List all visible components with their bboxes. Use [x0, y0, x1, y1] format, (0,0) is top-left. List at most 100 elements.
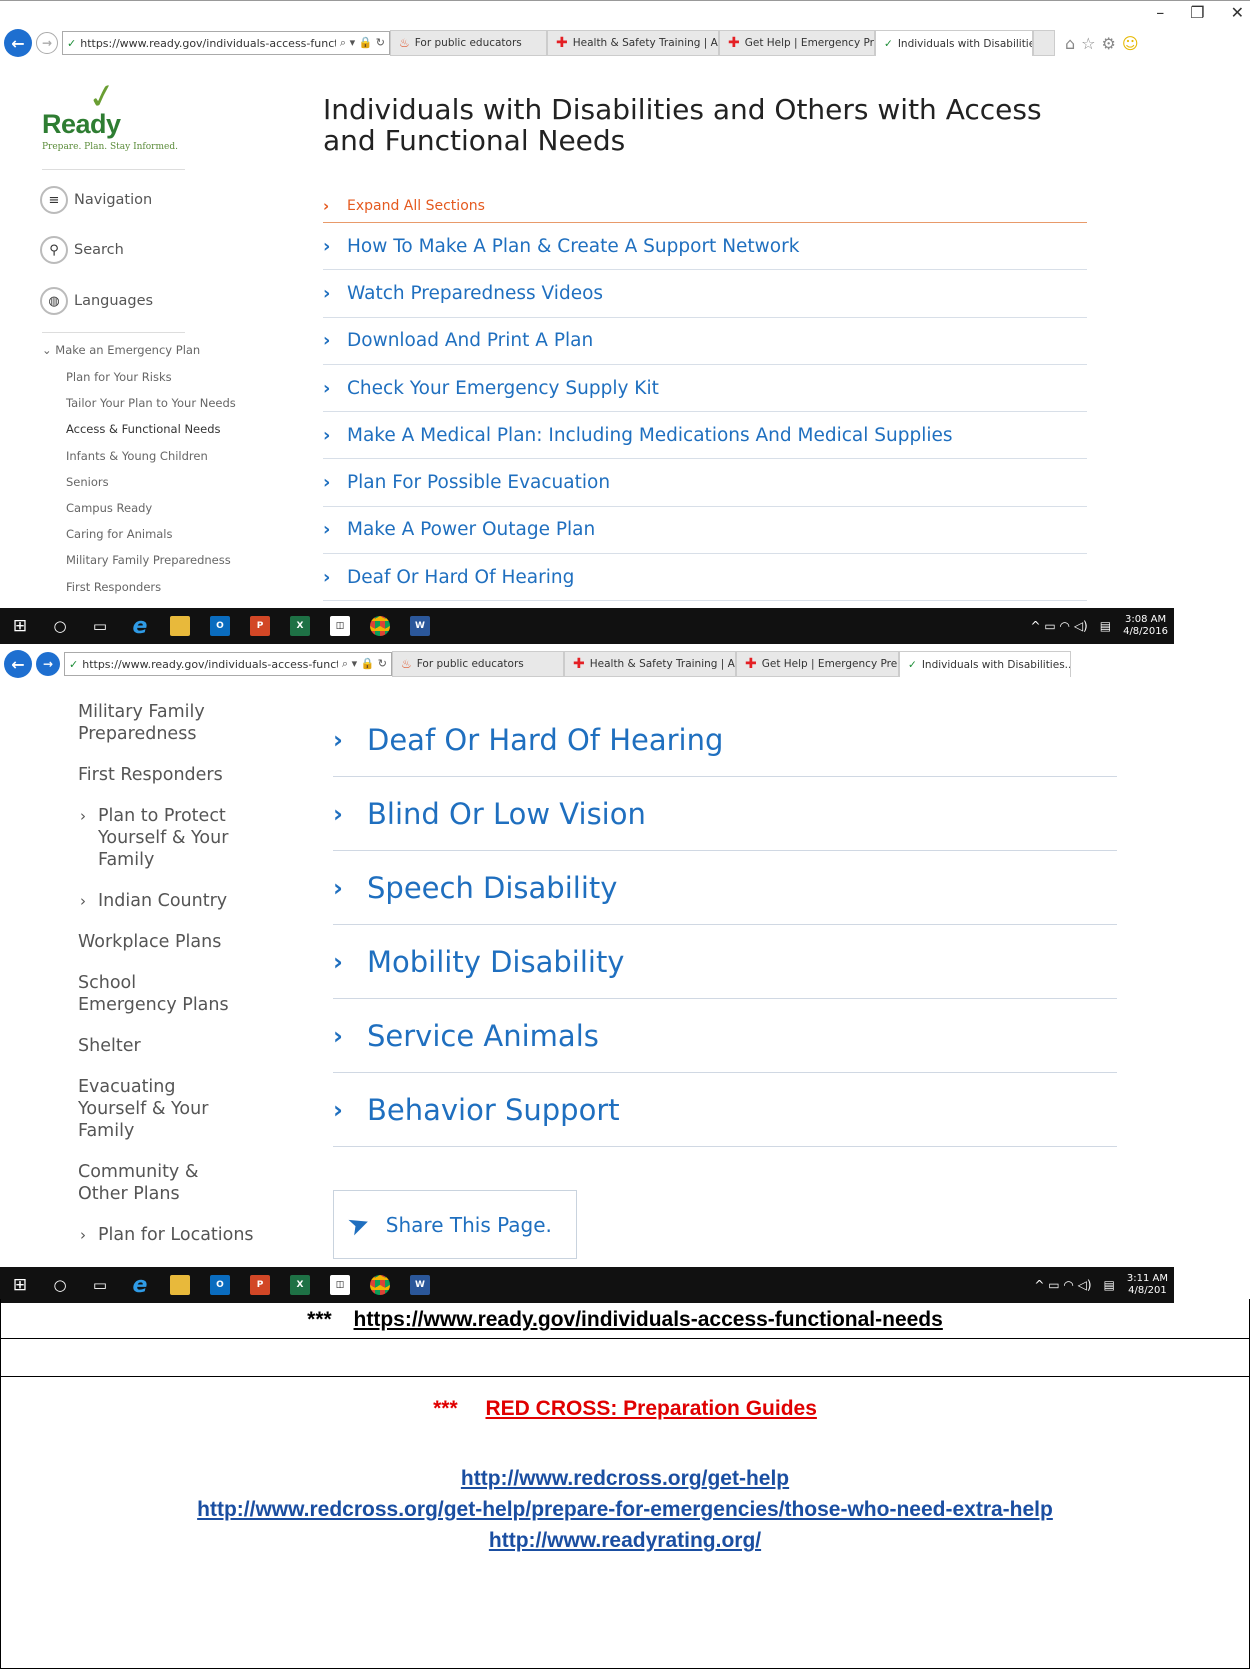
chrome-icon[interactable] [360, 608, 400, 644]
ready-gov-link[interactable]: https://www.ready.gov/individuals-access… [354, 1308, 943, 1331]
share-page-button[interactable]: ➤ Share This Page. [333, 1190, 577, 1259]
accordion-section[interactable]: › Download And Print A Plan [323, 318, 1087, 365]
sidebar-subitem[interactable]: › Plan for Locations [78, 1224, 254, 1246]
sidebar-item-current[interactable]: Access & Functional Needs [42, 416, 236, 442]
sidebar-subitem[interactable]: › Plan to Protect Yourself & Your Family [78, 805, 248, 871]
store-icon[interactable]: ◫ [320, 608, 360, 644]
sidebar-item[interactable]: Military Family Preparedness [42, 547, 236, 573]
sidebar-item[interactable]: Caring for Animals [42, 521, 236, 547]
close-window-button[interactable]: ✕ [1231, 3, 1244, 22]
tray-icons[interactable]: ^ ▭ ◠ ◁) [1031, 619, 1088, 633]
gear-icon[interactable]: ⚙ [1102, 34, 1116, 53]
address-tools-icon[interactable]: ⌕ ▾ 🔒 ↻ [340, 36, 385, 50]
internet-explorer-icon[interactable]: e [120, 1267, 160, 1303]
sidebar-item[interactable]: Infants & Young Children [42, 443, 236, 469]
outlook-icon[interactable]: O [200, 1267, 240, 1303]
sidebar-subitem[interactable]: › Indian Country [78, 890, 254, 912]
sidebar-parent-item[interactable]: ⌄ Make an Emergency Plan [42, 343, 236, 357]
powerpoint-icon[interactable]: P [240, 608, 280, 644]
home-icon[interactable]: ⌂ [1065, 34, 1075, 53]
cortana-icon[interactable]: ○ [40, 608, 80, 644]
accordion-section[interactable]: › Mobility Disability [333, 925, 1117, 999]
chrome-icon[interactable] [360, 1267, 400, 1303]
sidebar-item[interactable]: Evacuating Yourself & Your Family [78, 1076, 248, 1142]
accordion-section[interactable]: › Service Animals [333, 999, 1117, 1073]
action-center-icon[interactable]: ▤ [1100, 619, 1111, 633]
redcross-heading-link[interactable]: RED CROSS: Preparation Guides [485, 1397, 816, 1420]
sidebar-item[interactable]: Tailor Your Plan to Your Needs [42, 390, 236, 416]
sidebar-item[interactable]: Campus Ready [42, 495, 236, 521]
clock[interactable]: 3:08 AM 4/8/2016 [1123, 614, 1168, 638]
sidebar-item[interactable]: Community & Other Plans [78, 1161, 248, 1205]
outlook-icon[interactable]: O [200, 608, 240, 644]
accordion-section[interactable]: › Speech Disability [333, 851, 1117, 925]
accordion-section[interactable]: › How To Make A Plan & Create A Support N… [323, 223, 1087, 271]
search-button[interactable]: ⚲ Search [40, 236, 124, 264]
word-icon[interactable]: W [400, 1267, 440, 1303]
clock[interactable]: 3:11 AM 4/8/201 [1127, 1273, 1168, 1297]
forward-button[interactable]: → [36, 652, 60, 676]
ready-logo[interactable]: ✓ Ready Prepare. Plan. Stay Informed. [42, 75, 178, 152]
store-icon[interactable]: ◫ [320, 1267, 360, 1303]
tab-get-help[interactable]: ✚ Get Help | Emergency Prepare... [736, 651, 899, 677]
tab-public-educators[interactable]: ♨ For public educators [390, 30, 547, 56]
readyrating-link[interactable]: http://www.readyrating.org/ [1, 1525, 1249, 1556]
tab-health-safety[interactable]: ✚ Health & Safety Training | Am... [547, 30, 719, 56]
accordion-section[interactable]: › Blind Or Low Vision [333, 777, 1117, 851]
expand-all-button[interactable]: › Expand All Sections [323, 189, 1087, 223]
file-explorer-icon[interactable] [160, 1267, 200, 1303]
action-center-icon[interactable]: ▤ [1104, 1278, 1115, 1292]
redcross-extra-help-link[interactable]: http://www.redcross.org/get-help/prepare… [1, 1494, 1249, 1525]
excel-icon[interactable]: X [280, 1267, 320, 1303]
address-bar[interactable]: ✓ https://www.ready.gov/individuals-acce… [64, 652, 392, 676]
address-bar[interactable]: ✓ https://www.ready.gov/individuals-acce… [62, 31, 390, 55]
redcross-get-help-link[interactable]: http://www.redcross.org/get-help [1, 1463, 1249, 1494]
accordion-section[interactable]: › Check Your Emergency Supply Kit [323, 365, 1087, 413]
excel-icon[interactable]: X [280, 608, 320, 644]
task-view-icon[interactable]: ▭ [80, 1267, 120, 1303]
windows-start-icon[interactable]: ⊞ [0, 608, 40, 644]
back-button[interactable]: ← [4, 29, 32, 57]
minimize-button[interactable]: – [1156, 3, 1164, 22]
sidebar-item[interactable]: Seniors [42, 469, 236, 495]
sidebar-item[interactable]: Shelter [78, 1035, 254, 1057]
accordion-section[interactable]: › Plan For Possible Evacuation [323, 459, 1087, 507]
favorites-star-icon[interactable]: ☆ [1081, 34, 1095, 53]
cortana-icon[interactable]: ○ [40, 1267, 80, 1303]
sidebar-item[interactable]: Workplace Plans [78, 931, 254, 953]
powerpoint-icon[interactable]: P [240, 1267, 280, 1303]
accordion-section[interactable]: › Make A Medical Plan: Including Medicati… [323, 412, 1087, 460]
sidebar-item[interactable]: First Responders [42, 574, 236, 600]
sidebar-item[interactable]: School Emergency Plans [78, 972, 238, 1016]
windows-start-icon[interactable]: ⊞ [0, 1267, 40, 1303]
tab-get-help[interactable]: ✚ Get Help | Emergency Prepare... [719, 30, 875, 56]
address-url[interactable]: https://www.ready.gov/individuals-access… [80, 37, 336, 50]
internet-explorer-icon[interactable]: e [120, 608, 160, 644]
accordion-section[interactable]: › Deaf Or Hard Of Hearing [333, 703, 1117, 777]
accordion-section[interactable]: › Behavior Support [333, 1073, 1117, 1147]
sidebar-item[interactable]: First Responders [78, 764, 254, 786]
word-icon[interactable]: W [400, 608, 440, 644]
accordion-section[interactable]: › Watch Preparedness Videos [323, 270, 1087, 318]
file-explorer-icon[interactable] [160, 608, 200, 644]
address-tools-icon[interactable]: ⌕ ▾ 🔒 ↻ [342, 657, 387, 671]
accordion-section[interactable]: › Make A Power Outage Plan [323, 507, 1087, 555]
sidebar-item[interactable]: Military Family Preparedness [78, 701, 228, 745]
tab-health-safety[interactable]: ✚ Health & Safety Training | Am... [564, 651, 736, 677]
feedback-smiley-icon[interactable]: ☺ [1122, 34, 1139, 53]
sidebar-divider [42, 169, 185, 170]
back-button[interactable]: ← [4, 650, 32, 678]
new-tab-button[interactable] [1033, 30, 1055, 56]
address-url[interactable]: https://www.ready.gov/individuals-access… [82, 658, 338, 671]
languages-button[interactable]: ◍ Languages [40, 287, 153, 315]
restore-button[interactable]: ❐ [1190, 3, 1204, 22]
tab-public-educators[interactable]: ♨ For public educators [392, 651, 564, 677]
tab-individuals-disabilities[interactable]: ✓Individuals with Disabilities...× [875, 30, 1033, 56]
tab-individuals-disabilities[interactable]: ✓Individuals with Disabilities...× [899, 651, 1071, 677]
forward-button[interactable]: → [36, 32, 58, 54]
navigation-button[interactable]: ≡ Navigation [40, 186, 152, 214]
sidebar-item[interactable]: Plan for Your Risks [42, 364, 236, 390]
accordion-section[interactable]: › Deaf Or Hard Of Hearing [323, 554, 1087, 602]
tray-icons[interactable]: ^ ▭ ◠ ◁) [1034, 1278, 1091, 1292]
task-view-icon[interactable]: ▭ [80, 608, 120, 644]
